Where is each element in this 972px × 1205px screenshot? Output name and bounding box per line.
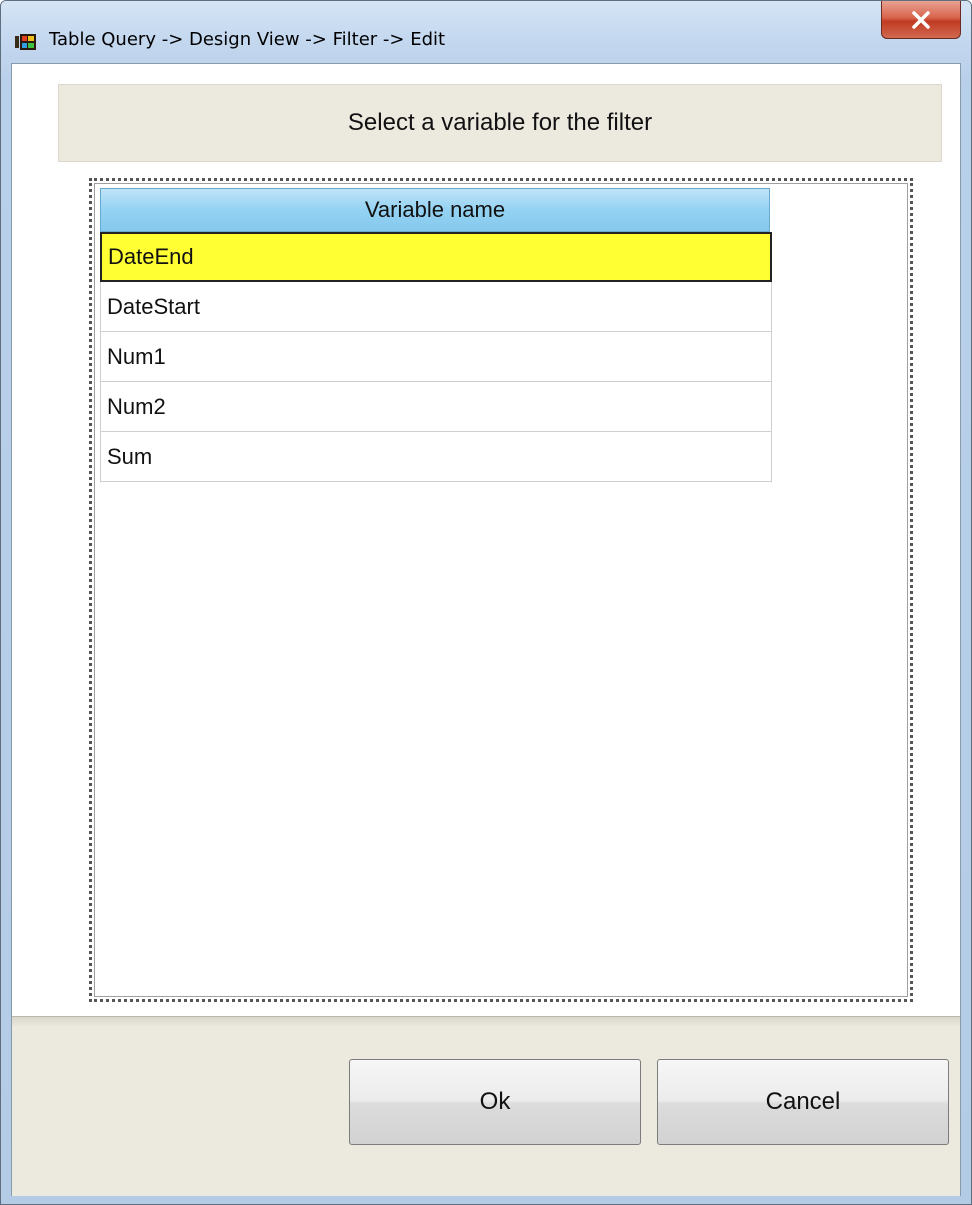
prompt-text: Select a variable for the filter: [347, 109, 653, 136]
button-bar: Ok Cancel: [12, 1026, 960, 1196]
table-row-num2[interactable]: Num2: [100, 382, 772, 432]
table-row-datestart[interactable]: DateStart: [100, 282, 772, 332]
column-header-variable-name[interactable]: Variable name: [100, 188, 770, 232]
ok-button[interactable]: Ok: [349, 1059, 641, 1145]
table-app-icon: [15, 34, 37, 50]
prompt-panel: Select a variable for the filter: [58, 84, 942, 162]
close-button[interactable]: [881, 1, 961, 39]
close-x-icon: [911, 10, 931, 29]
table-row-num1[interactable]: Num1: [100, 332, 772, 382]
cancel-button[interactable]: Cancel: [657, 1059, 949, 1145]
table-row-dateend[interactable]: DateEnd: [100, 232, 772, 282]
dialog-window: Table Query -> Design View -> Filter -> …: [0, 0, 972, 1205]
dialog-content: Select a variable for the filter Variabl…: [11, 63, 961, 1196]
window-title: Table Query -> Design View -> Filter -> …: [49, 29, 446, 50]
variable-grid: Variable name DateEnd DateStart Num1 Num…: [94, 183, 908, 997]
variable-list[interactable]: Variable name DateEnd DateStart Num1 Num…: [89, 178, 913, 1002]
table-row-sum[interactable]: Sum: [100, 432, 772, 482]
